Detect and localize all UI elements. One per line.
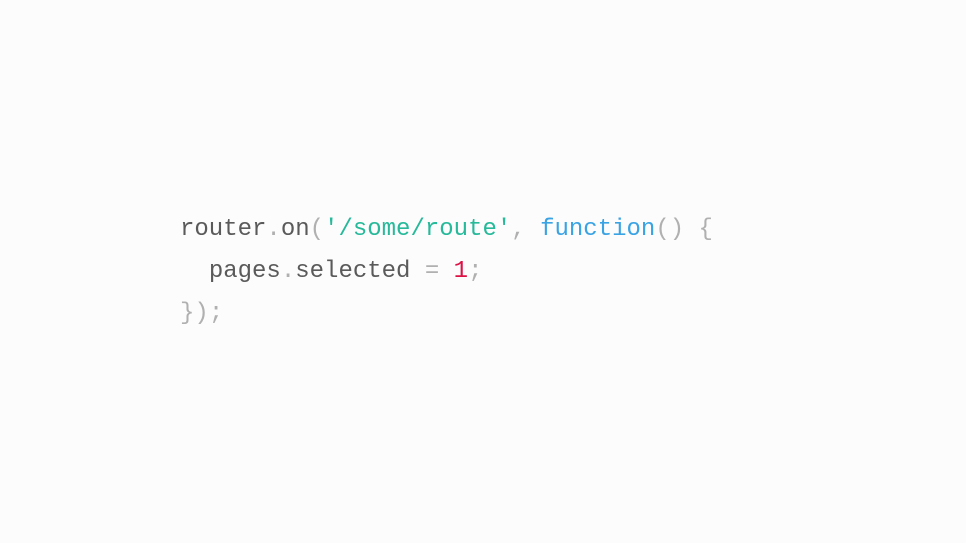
token-close-paren: )	[194, 300, 208, 327]
token-number: 1	[454, 258, 468, 285]
token-open-paren: (	[655, 216, 669, 243]
token-keyword: function	[540, 216, 655, 243]
token-space	[684, 216, 698, 243]
token-dot: .	[281, 258, 295, 285]
token-space	[439, 258, 453, 285]
token-identifier: router	[180, 216, 266, 243]
token-comma: ,	[511, 216, 525, 243]
token-dot: .	[266, 216, 280, 243]
token-property: selected	[295, 258, 410, 285]
code-line-1: router.on('/some/route', function() {	[180, 216, 713, 243]
token-space	[526, 216, 540, 243]
token-space	[410, 258, 424, 285]
token-open-paren: (	[310, 216, 324, 243]
token-identifier: pages	[209, 258, 281, 285]
token-string: '/some/route'	[324, 216, 511, 243]
token-equals: =	[425, 258, 439, 285]
token-open-brace: {	[699, 216, 713, 243]
token-semicolon: ;	[209, 300, 223, 327]
code-snippet: router.on('/some/route', function() { pa…	[180, 209, 713, 335]
token-close-brace: }	[180, 300, 194, 327]
token-method: on	[281, 216, 310, 243]
token-close-paren: )	[670, 216, 684, 243]
code-line-2: pages.selected = 1;	[180, 258, 482, 285]
token-semicolon: ;	[468, 258, 482, 285]
code-line-3: });	[180, 300, 223, 327]
token-indent	[180, 258, 209, 285]
